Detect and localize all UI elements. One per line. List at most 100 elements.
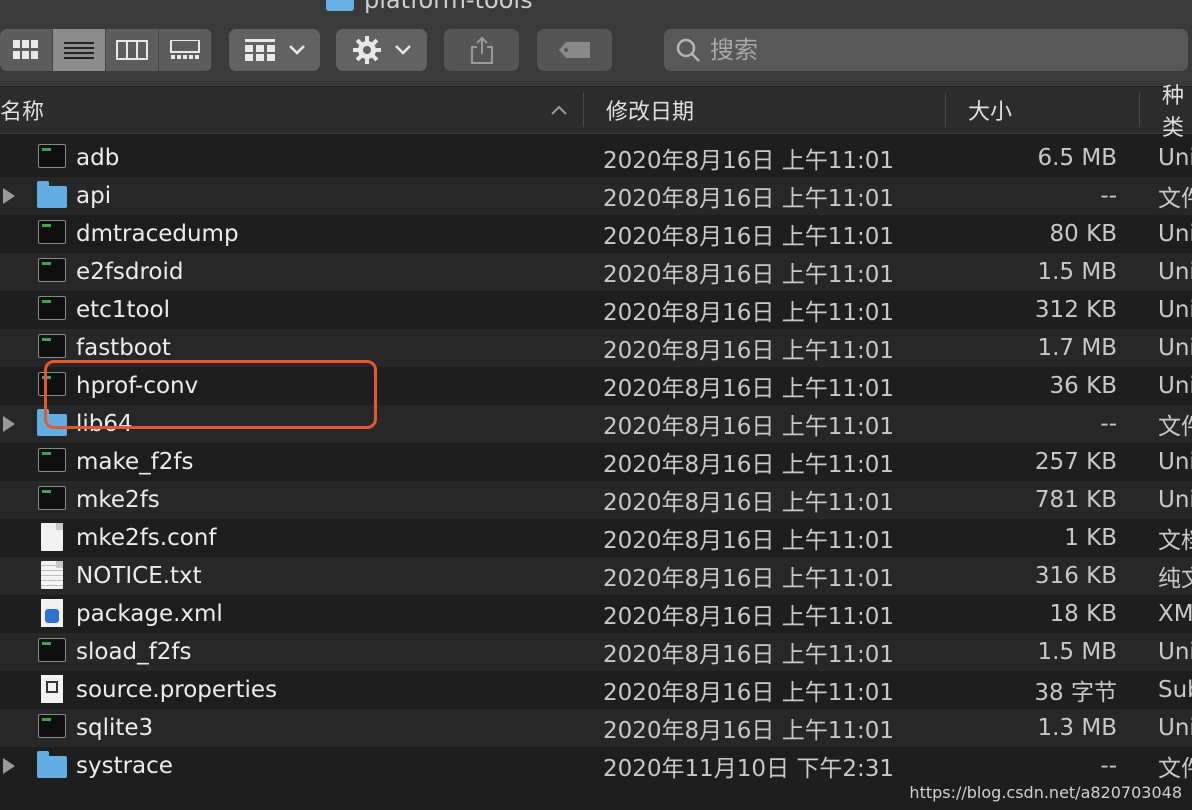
window-title: platform-tools <box>364 0 533 14</box>
file-kind: Unix <box>1158 449 1192 475</box>
terminal-exec-icon <box>38 486 66 510</box>
file-date: 2020年8月16日 上午11:01 <box>603 414 895 440</box>
column-header-size[interactable]: 大小 <box>968 87 1012 133</box>
file-name: sqlite3 <box>76 715 154 741</box>
file-date: 2020年8月16日 上午11:01 <box>603 148 895 174</box>
file-kind: Unix <box>1158 259 1192 285</box>
file-row[interactable]: mke2fs.conf 2020年8月16日 上午11:01 1 KB 文档 <box>0 519 1192 557</box>
document-icon <box>41 523 63 551</box>
folder-icon <box>326 0 354 11</box>
search-icon <box>676 38 700 62</box>
file-kind: Unix <box>1158 335 1192 361</box>
file-kind: 文件夹 <box>1158 756 1192 782</box>
file-row[interactable]: etc1tool 2020年8月16日 上午11:01 312 KB Unix <box>0 291 1192 329</box>
chevron-down-icon <box>288 45 305 55</box>
terminal-exec-icon <box>38 638 66 662</box>
column-view-button[interactable] <box>106 29 159 71</box>
file-row[interactable]: api 2020年8月16日 上午11:01 -- 文件夹 <box>0 177 1192 215</box>
file-kind: 纯文本 <box>1158 566 1192 592</box>
file-name: etc1tool <box>76 297 170 323</box>
file-name: api <box>76 183 112 209</box>
file-row[interactable]: make_f2fs 2020年8月16日 上午11:01 257 KB Unix <box>0 443 1192 481</box>
file-name: package.xml <box>76 601 223 627</box>
group-by-button[interactable] <box>229 29 320 71</box>
file-row[interactable]: sqlite3 2020年8月16日 上午11:01 1.3 MB Unix <box>0 709 1192 747</box>
file-size: 257 KB <box>1034 449 1117 475</box>
tag-button[interactable] <box>537 29 612 71</box>
file-name: source.properties <box>76 677 278 703</box>
file-kind: Unix <box>1158 639 1192 665</box>
file-kind: XML <box>1158 601 1192 627</box>
toolbar: platform-tools <box>0 0 1192 87</box>
folder-icon <box>37 751 67 778</box>
file-date: 2020年8月16日 上午11:01 <box>603 528 895 554</box>
terminal-exec-icon <box>38 296 66 320</box>
file-row[interactable]: source.properties 2020年8月16日 上午11:01 38 字节… <box>0 671 1192 709</box>
file-date: 2020年8月16日 上午11:01 <box>603 300 895 326</box>
file-size: 312 KB <box>1034 297 1117 323</box>
file-row[interactable]: sload_f2fs 2020年8月16日 上午11:01 1.5 MB Unix <box>0 633 1192 671</box>
file-date: 2020年8月16日 上午11:01 <box>603 452 895 478</box>
file-size: 1.3 MB <box>1037 715 1117 741</box>
column-divider[interactable] <box>583 93 584 127</box>
file-row[interactable]: dmtracedump 2020年8月16日 上午11:01 80 KB Unix <box>0 215 1192 253</box>
file-date: 2020年11月10日 下午2:31 <box>603 756 895 782</box>
action-menu-button[interactable] <box>336 29 427 71</box>
file-name: systrace <box>76 753 173 779</box>
file-kind: Unix <box>1158 297 1192 323</box>
file-row[interactable]: e2fsdroid 2020年8月16日 上午11:01 1.5 MB Unix <box>0 253 1192 291</box>
list-view-button[interactable] <box>53 29 106 71</box>
file-size: 1.7 MB <box>1037 335 1117 361</box>
column-header-kind[interactable]: 种类 <box>1162 84 1192 141</box>
terminal-exec-icon <box>38 334 66 358</box>
file-kind: 文件夹 <box>1158 414 1192 440</box>
column-divider[interactable] <box>945 93 946 127</box>
terminal-exec-icon <box>38 144 66 168</box>
annotation-highlight-box <box>44 360 377 429</box>
file-date: 2020年8月16日 上午11:01 <box>603 490 895 516</box>
file-kind: Unix <box>1158 487 1192 513</box>
java-properties-icon <box>41 675 63 703</box>
file-row[interactable]: systrace 2020年11月10日 下午2:31 -- 文件夹 <box>0 747 1192 785</box>
terminal-exec-icon <box>38 714 66 738</box>
file-row[interactable]: adb 2020年8月16日 上午11:01 6.5 MB Unix <box>0 139 1192 177</box>
file-name: dmtracedump <box>76 221 239 247</box>
list-lines-icon <box>64 42 94 59</box>
search-input[interactable] <box>708 35 1152 65</box>
file-size: 316 KB <box>1034 563 1117 589</box>
column-divider[interactable] <box>1139 93 1140 127</box>
gear-icon <box>352 36 381 64</box>
file-name: e2fsdroid <box>76 259 184 285</box>
column-header-name[interactable]: 名称 <box>0 87 580 133</box>
file-kind: Unix <box>1158 373 1192 399</box>
disclosure-triangle-icon[interactable] <box>3 758 15 774</box>
file-size: 18 KB <box>1049 601 1117 627</box>
column-header-date[interactable]: 修改日期 <box>606 87 694 133</box>
file-row[interactable]: mke2fs 2020年8月16日 上午11:01 781 KB Unix <box>0 481 1192 519</box>
file-size: 1 KB <box>1064 525 1117 551</box>
file-row[interactable]: package.xml 2020年8月16日 上午11:01 18 KB XML <box>0 595 1192 633</box>
column-header-size-label: 大小 <box>968 100 1013 125</box>
file-kind: Unix <box>1158 145 1192 171</box>
gallery-view-button[interactable] <box>159 29 212 71</box>
search-field[interactable] <box>664 29 1188 71</box>
file-kind: 文档 <box>1158 528 1192 554</box>
share-button[interactable] <box>444 29 519 71</box>
disclosure-triangle-icon[interactable] <box>3 188 15 204</box>
disclosure-triangle-icon[interactable] <box>3 416 15 432</box>
chevron-down-icon <box>394 45 411 55</box>
file-size: 38 字节 <box>1034 680 1117 706</box>
file-size: 6.5 MB <box>1037 145 1117 171</box>
file-date: 2020年8月16日 上午11:01 <box>603 718 895 744</box>
column-header-date-label: 修改日期 <box>606 100 695 125</box>
file-kind: 文件夹 <box>1158 186 1192 212</box>
terminal-exec-icon <box>38 258 66 282</box>
file-row[interactable]: NOTICE.txt 2020年8月16日 上午11:01 316 KB 纯文本 <box>0 557 1192 595</box>
icon-view-button[interactable] <box>0 29 53 71</box>
file-size: 1.5 MB <box>1037 259 1117 285</box>
file-date: 2020年8月16日 上午11:01 <box>603 566 895 592</box>
file-size: 1.5 MB <box>1037 639 1117 665</box>
file-size: -- <box>1100 411 1117 437</box>
file-kind: Sub <box>1158 677 1192 703</box>
file-name: make_f2fs <box>76 449 194 475</box>
